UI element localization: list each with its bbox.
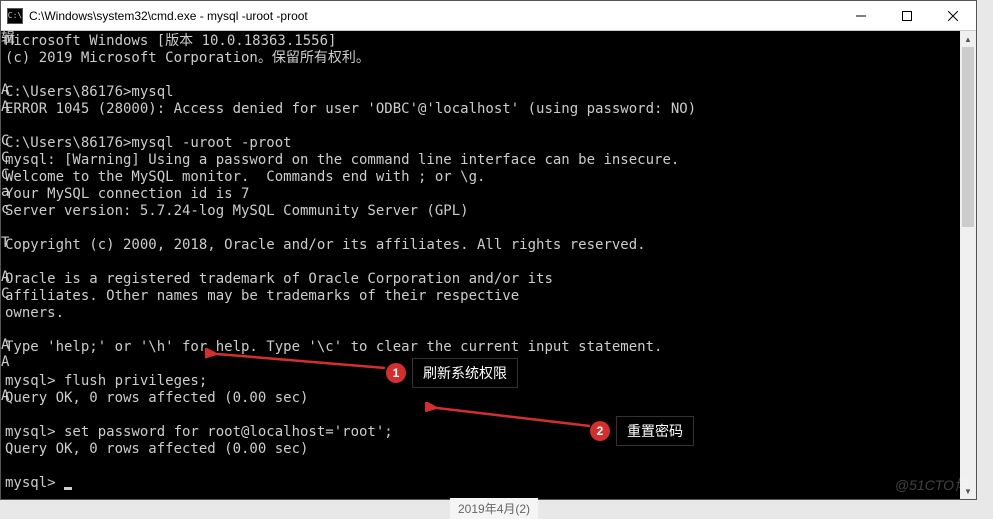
terminal-line: Server version: 5.7.24-log MySQL Communi… xyxy=(5,203,469,219)
minimize-icon xyxy=(856,11,866,21)
close-button[interactable] xyxy=(930,1,976,30)
maximize-icon xyxy=(902,11,912,21)
terminal-line: (c) 2019 Microsoft Corporation。保留所有权利。 xyxy=(5,50,370,66)
terminal-line: Microsoft Windows [版本 10.0.18363.1556] xyxy=(5,33,336,49)
scrollbar[interactable]: ▲ ▼ xyxy=(960,31,976,499)
terminal-line: mysql: [Warning] Using a password on the… xyxy=(5,152,679,168)
close-icon xyxy=(948,11,958,21)
edge-fragment: 辑 A A C C C a c T A C A A A xyxy=(1,31,7,405)
terminal-line: mysql> flush privileges; xyxy=(5,373,207,389)
titlebar[interactable]: C:\ C:\Windows\system32\cmd.exe - mysql … xyxy=(1,1,976,31)
terminal-line: Welcome to the MySQL monitor. Commands e… xyxy=(5,169,485,185)
scrollbar-thumb[interactable] xyxy=(962,47,974,227)
terminal-line: C:\Users\86176>mysql -uroot -proot xyxy=(5,135,292,151)
annotation-label: 刷新系统权限 xyxy=(412,358,518,388)
terminal-line: affiliates. Other names may be trademark… xyxy=(5,288,519,304)
terminal-line: Query OK, 0 rows affected (0.00 sec) xyxy=(5,390,308,406)
watermark: @51CTO博 xyxy=(895,475,968,495)
annotation-1: 1 刷新系统权限 xyxy=(386,358,518,388)
scroll-up-button[interactable]: ▲ xyxy=(960,31,976,47)
terminal-line: ERROR 1045 (28000): Access denied for us… xyxy=(5,101,696,117)
window-title: C:\Windows\system32\cmd.exe - mysql -uro… xyxy=(29,9,838,23)
annotation-2: 2 重置密码 xyxy=(590,416,694,446)
terminal-line: C:\Users\86176>mysql xyxy=(5,84,174,100)
terminal-line: Oracle is a registered trademark of Orac… xyxy=(5,271,553,287)
terminal-line: mysql> set password for root@localhost='… xyxy=(5,424,393,440)
background-text: 2019年4月(2) xyxy=(450,498,538,519)
arrow-icon xyxy=(425,402,595,430)
minimize-button[interactable] xyxy=(838,1,884,30)
terminal-line: owners. xyxy=(5,305,64,321)
arrow-icon xyxy=(205,348,390,372)
cursor xyxy=(64,487,72,490)
cmd-icon: C:\ xyxy=(7,8,23,24)
annotation-number: 2 xyxy=(590,421,610,441)
terminal-line: mysql> xyxy=(5,475,64,491)
terminal-line: Your MySQL connection id is 7 xyxy=(5,186,249,202)
maximize-button[interactable] xyxy=(884,1,930,30)
annotation-number: 1 xyxy=(386,363,406,383)
annotation-label: 重置密码 xyxy=(616,416,694,446)
terminal-line: Copyright (c) 2000, 2018, Oracle and/or … xyxy=(5,237,646,253)
terminal-line: Query OK, 0 rows affected (0.00 sec) xyxy=(5,441,308,457)
window-controls xyxy=(838,1,976,30)
